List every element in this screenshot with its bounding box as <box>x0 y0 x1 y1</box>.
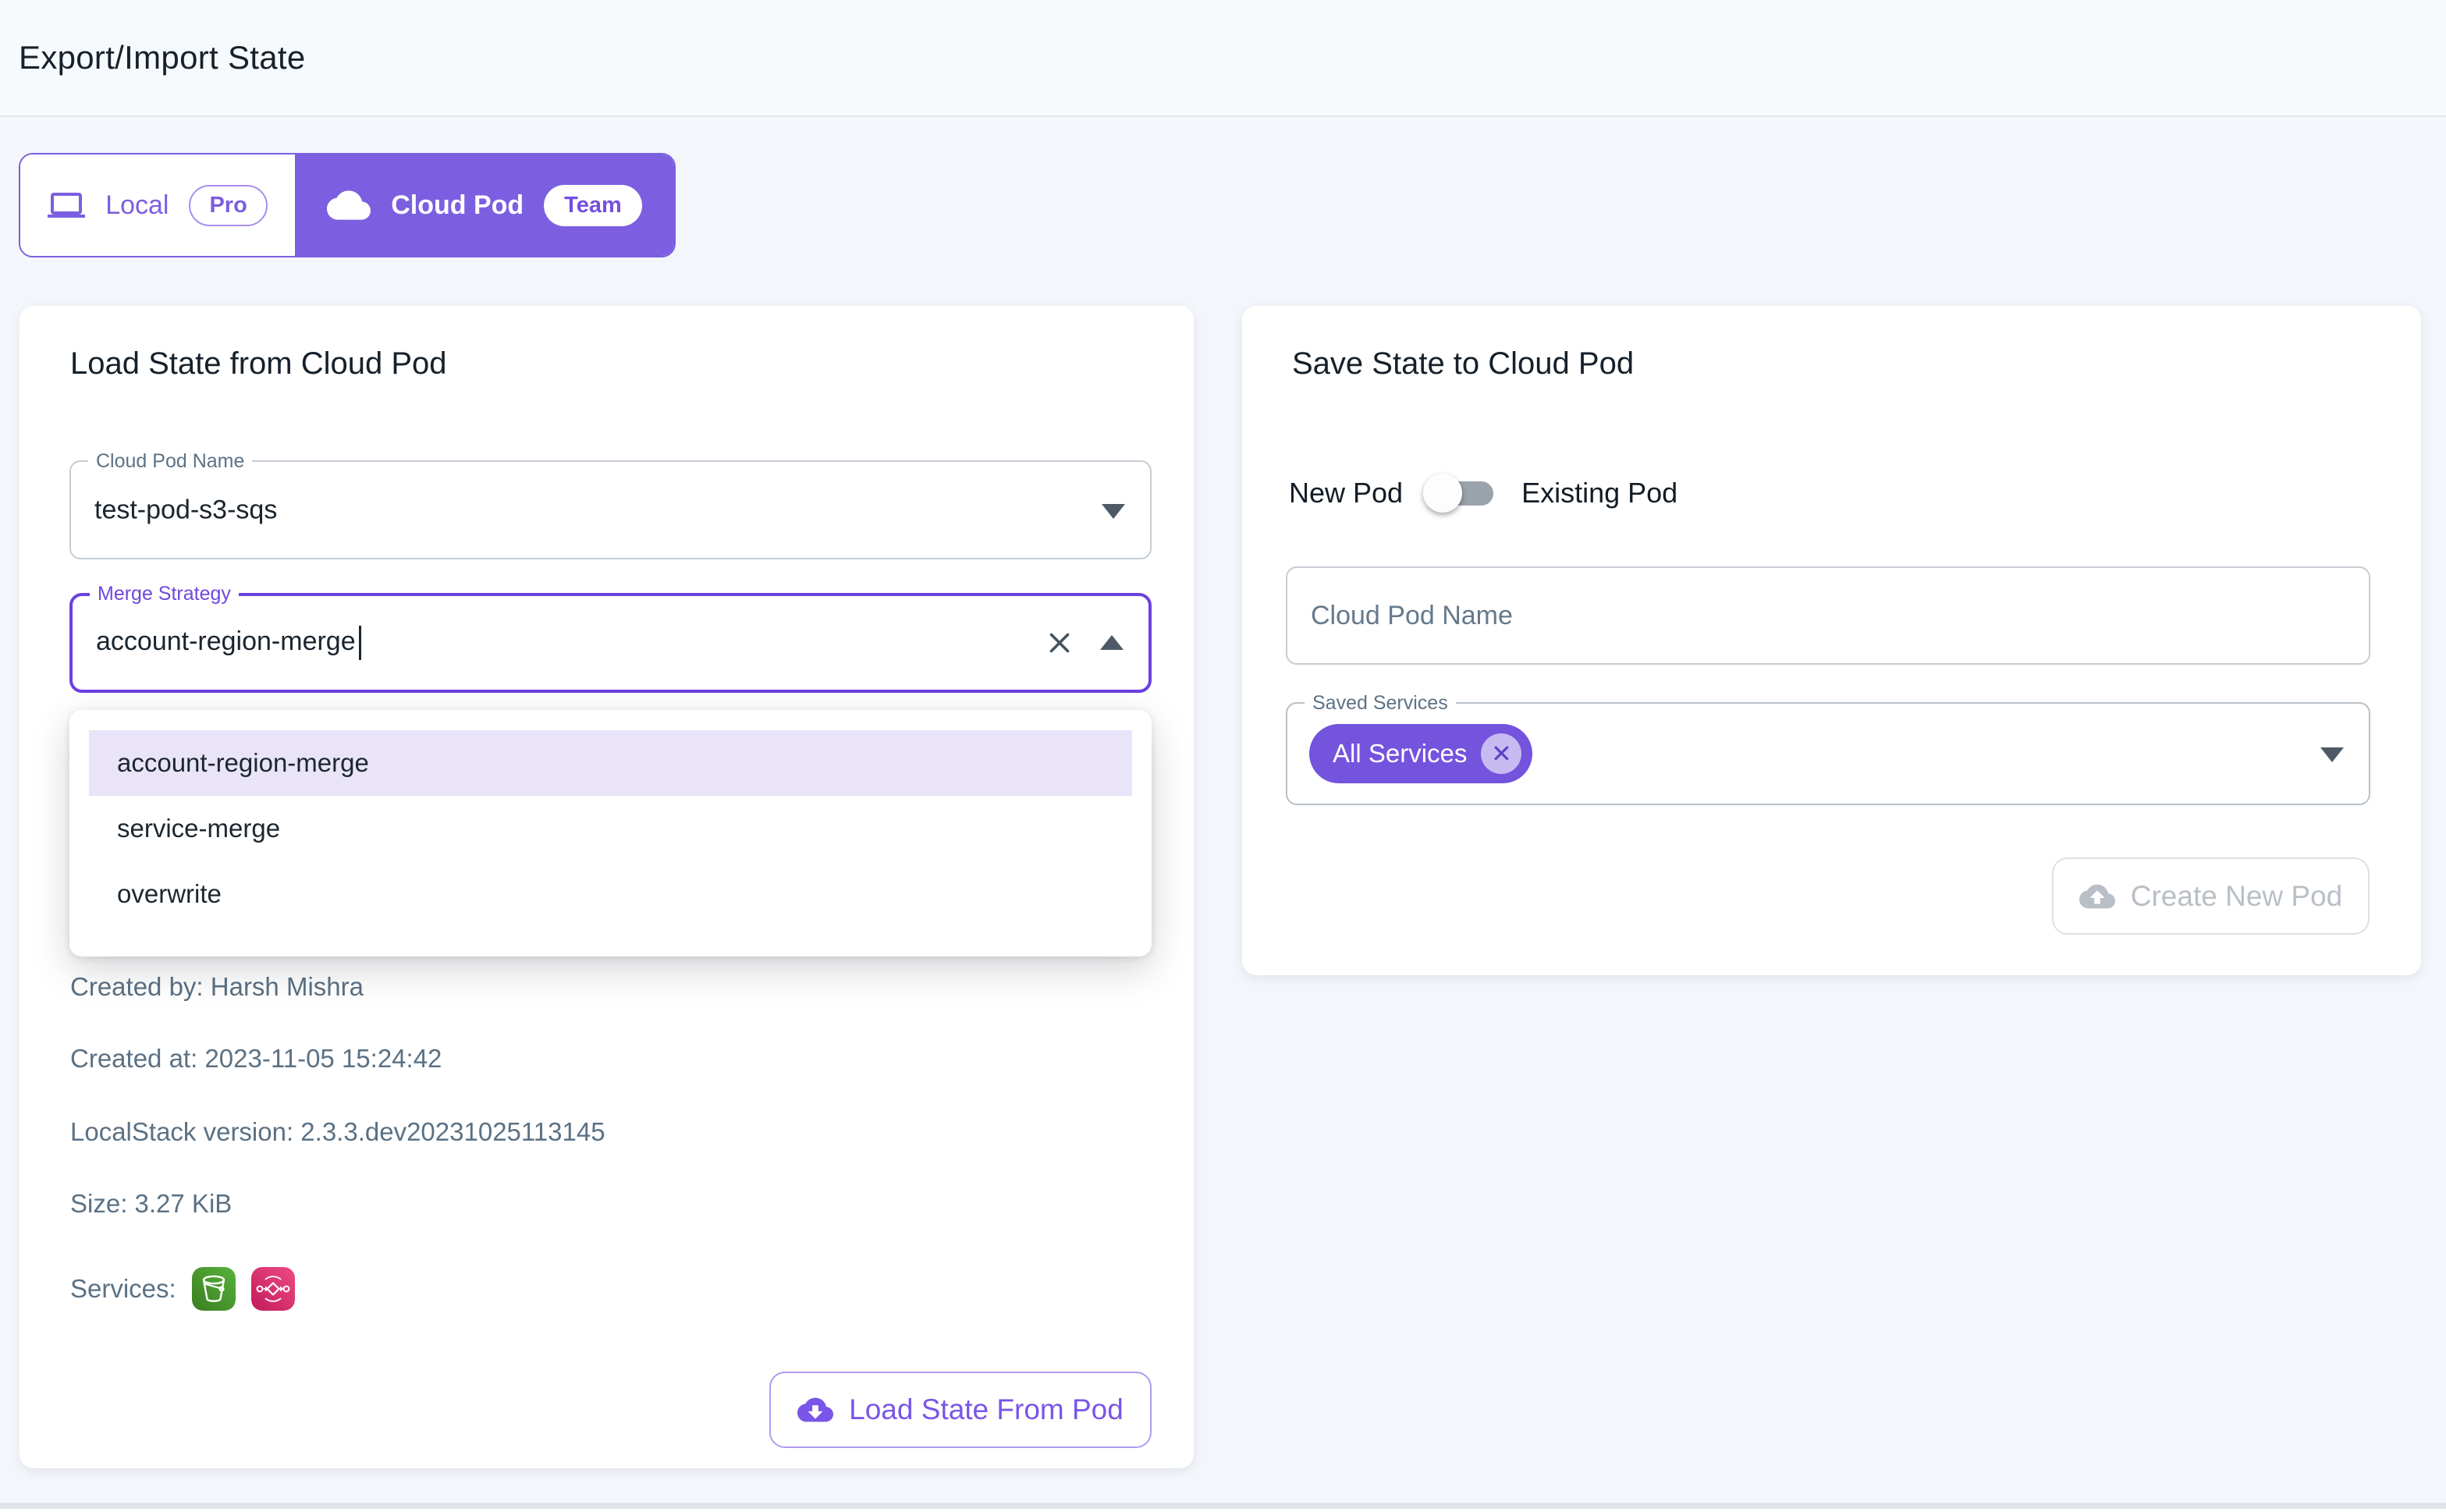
horizontal-scrollbar-track[interactable] <box>0 1503 2446 1509</box>
load-state-card: Load State from Cloud Pod Cloud Pod Name… <box>20 306 1194 1468</box>
services-label: Services: <box>70 1274 176 1304</box>
clear-icon[interactable] <box>1045 629 1074 657</box>
switch-thumb[interactable] <box>1423 474 1462 513</box>
pod-name-select-value: test-pod-s3-sqs <box>94 495 277 525</box>
new-pod-label: New Pod <box>1289 477 1403 509</box>
saved-services-field[interactable]: Saved Services All Services ✕ <box>1286 702 2370 805</box>
state-mode-toggle: Local Pro Cloud Pod Team <box>19 153 676 257</box>
merge-strategy-combobox[interactable]: Merge Strategy account-region-merge <box>69 593 1152 693</box>
s3-service-icon <box>192 1267 236 1311</box>
page-title: Export/Import State <box>19 39 306 76</box>
cloud-download-icon <box>797 1392 833 1428</box>
cloud-icon <box>327 183 371 227</box>
chevron-up-icon[interactable] <box>1100 635 1124 650</box>
menu-option-account-region-merge[interactable]: account-region-merge <box>89 730 1132 796</box>
cloud-upload-icon <box>2079 878 2115 914</box>
merge-strategy-label: Merge Strategy <box>90 582 239 605</box>
new-pod-name-input[interactable] <box>1287 568 2369 663</box>
all-services-chip[interactable]: All Services ✕ <box>1309 724 1532 783</box>
tab-local[interactable]: Local Pro <box>20 154 295 256</box>
meta-created-by: Created by: Harsh Mishra <box>70 972 364 1002</box>
saved-services-label: Saved Services <box>1305 691 1456 715</box>
menu-option-overwrite[interactable]: overwrite <box>89 861 1132 927</box>
meta-version: LocalStack version: 2.3.3.dev20231025113… <box>70 1117 605 1147</box>
merge-strategy-menu: account-region-merge service-merge overw… <box>69 710 1152 957</box>
chevron-down-icon[interactable] <box>2320 747 2344 762</box>
meta-size: Size: 3.27 KiB <box>70 1189 232 1219</box>
page-header: Export/Import State <box>0 0 2446 117</box>
pod-mode-toggle-row: New Pod Existing Pod <box>1289 471 1677 515</box>
chevron-down-icon[interactable] <box>1102 504 1125 519</box>
save-card-title: Save State to Cloud Pod <box>1292 346 1634 382</box>
pod-mode-switch[interactable] <box>1423 471 1501 515</box>
sqs-service-icon <box>251 1267 295 1311</box>
merge-strategy-value: account-region-merge <box>96 626 361 660</box>
page-bottom-edge <box>0 1509 2446 1512</box>
load-card-title: Load State from Cloud Pod <box>70 346 447 382</box>
services-row: Services: <box>70 1267 295 1311</box>
tab-local-label: Local <box>105 190 169 221</box>
create-button-label: Create New Pod <box>2131 880 2342 913</box>
laptop-icon <box>48 186 85 224</box>
load-state-from-pod-button[interactable]: Load State From Pod <box>769 1372 1152 1448</box>
new-pod-name-field <box>1286 566 2370 665</box>
pro-badge: Pro <box>189 185 267 226</box>
menu-option-service-merge[interactable]: service-merge <box>89 796 1132 861</box>
meta-created-at: Created at: 2023-11-05 15:24:42 <box>70 1044 442 1074</box>
save-state-card: Save State to Cloud Pod New Pod Existing… <box>1242 306 2421 975</box>
chip-delete-icon[interactable]: ✕ <box>1481 733 1521 774</box>
text-caret <box>359 626 361 660</box>
team-badge: Team <box>544 185 642 226</box>
tab-cloud-label: Cloud Pod <box>391 190 524 221</box>
all-services-chip-label: All Services <box>1333 739 1467 768</box>
existing-pod-label: Existing Pod <box>1521 477 1677 509</box>
tab-cloud-pod[interactable]: Cloud Pod Team <box>295 154 674 256</box>
create-new-pod-button[interactable]: Create New Pod <box>2052 857 2370 935</box>
load-button-label: Load State From Pod <box>849 1393 1124 1426</box>
pod-name-select[interactable]: Cloud Pod Name test-pod-s3-sqs <box>69 460 1152 559</box>
pod-name-select-label: Cloud Pod Name <box>88 449 252 473</box>
